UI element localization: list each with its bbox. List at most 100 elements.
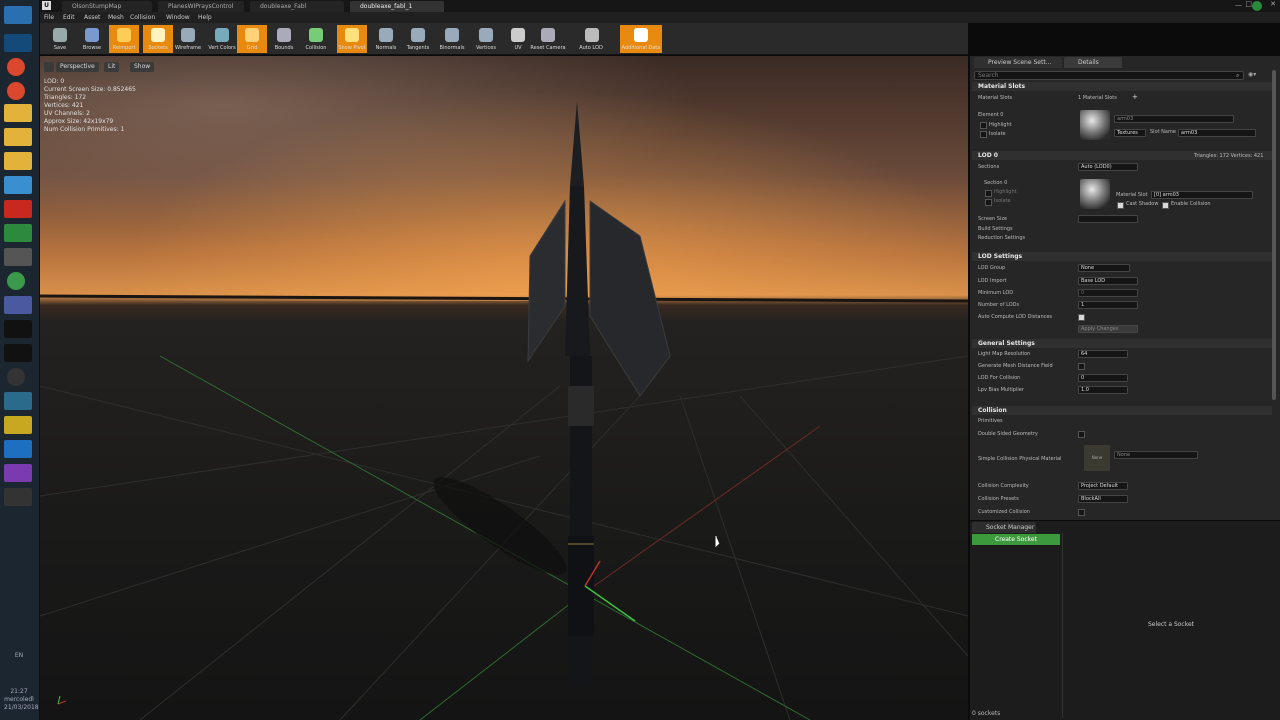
- tab-preview-scene[interactable]: Preview Scene Sett...: [974, 57, 1062, 68]
- reduction-settings-label[interactable]: Reduction Settings: [978, 235, 1025, 242]
- lpv-bias-input[interactable]: 1.0: [1078, 386, 1128, 394]
- section-highlight-checkbox[interactable]: [985, 190, 992, 197]
- toolbar-reimport-button[interactable]: Reimport: [109, 25, 139, 53]
- folder-icon[interactable]: [4, 104, 32, 122]
- highlight-checkbox[interactable]: [980, 122, 987, 129]
- toolbar-lod-button[interactable]: Auto LOD: [573, 25, 609, 53]
- filezilla-icon[interactable]: [4, 200, 32, 218]
- toolbar-pivot-button[interactable]: Show Pivot: [337, 25, 367, 53]
- tab-blueprint[interactable]: PlanesWIPraysControl: [158, 1, 244, 12]
- toolbar-data-button[interactable]: Additional Data: [620, 25, 662, 53]
- section-material-slots[interactable]: Material Slots: [972, 82, 1272, 91]
- app-icon-3[interactable]: [4, 224, 32, 242]
- tab-doubleaxe-1[interactable]: doubleaxe_fabl_1: [350, 1, 444, 12]
- minimum-lod-input[interactable]: 0: [1078, 289, 1138, 297]
- phys-mat-thumbnail[interactable]: None: [1084, 445, 1110, 471]
- toolbar-grid-button[interactable]: Grid: [237, 25, 267, 53]
- build-settings-label[interactable]: Build Settings: [978, 226, 1013, 233]
- add-slot-icon[interactable]: +: [1132, 93, 1138, 101]
- primitives-label[interactable]: Primitives: [978, 418, 1003, 425]
- create-socket-button[interactable]: Create Socket: [972, 534, 1060, 545]
- visual-studio-icon[interactable]: [4, 464, 32, 482]
- terminal-icon[interactable]: [4, 320, 32, 338]
- lightmap-resolution-input[interactable]: 64: [1078, 350, 1128, 358]
- tab-details[interactable]: Details: [1064, 57, 1122, 68]
- tab-map[interactable]: OlsonStumpMap: [62, 1, 152, 12]
- terminal-icon-2[interactable]: [4, 344, 32, 362]
- toolbar-collision-button[interactable]: Collision: [301, 25, 331, 53]
- section-lod-settings[interactable]: LOD Settings: [972, 252, 1272, 261]
- menu-edit[interactable]: Edit: [63, 12, 75, 23]
- section-material-thumbnail[interactable]: [1080, 179, 1110, 209]
- tab-socket-manager[interactable]: Socket Manager: [972, 522, 1036, 533]
- menu-asset[interactable]: Asset: [84, 12, 100, 23]
- details-scrollbar[interactable]: [1272, 70, 1276, 400]
- minimize-icon[interactable]: —: [1235, 1, 1242, 9]
- toolbar-browse-button[interactable]: Browse: [77, 25, 107, 53]
- slot-name-input[interactable]: arm03: [1178, 129, 1256, 137]
- material-slot-dropdown[interactable]: [0] arm03: [1151, 191, 1253, 199]
- app-icon[interactable]: [4, 34, 32, 52]
- toolbar-bounds-button[interactable]: Bounds: [269, 25, 299, 53]
- language-indicator[interactable]: EN: [4, 652, 34, 659]
- toolbar-wireframe-button[interactable]: Wireframe: [173, 25, 203, 53]
- presets-label[interactable]: Collision Presets: [978, 496, 1019, 503]
- app-icon-2[interactable]: [4, 176, 32, 194]
- show-button[interactable]: Show: [130, 62, 155, 72]
- toolbar-camera-button[interactable]: Reset Camera: [530, 25, 566, 53]
- phys-mat-dropdown[interactable]: None: [1114, 451, 1198, 459]
- obs-icon[interactable]: [7, 368, 25, 386]
- maximize-icon[interactable]: □: [1245, 0, 1252, 8]
- lod-import-dropdown[interactable]: Base LOD: [1078, 277, 1138, 285]
- material-picker[interactable]: arm03: [1114, 115, 1234, 123]
- section-isolate-checkbox[interactable]: [985, 199, 992, 206]
- folder-icon-3[interactable]: [4, 152, 32, 170]
- material-thumbnail[interactable]: [1080, 110, 1110, 140]
- lod-group-dropdown[interactable]: None: [1078, 264, 1130, 272]
- lod-for-collision-input[interactable]: 0: [1078, 374, 1128, 382]
- auto-compute-checkbox[interactable]: [1078, 314, 1085, 321]
- app-icon-4[interactable]: [4, 392, 32, 410]
- mesh-distance-field-checkbox[interactable]: [1078, 363, 1085, 370]
- chrome-icon-3[interactable]: [7, 272, 25, 290]
- tab-doubleaxe[interactable]: doubleaxe_Fabl: [250, 1, 344, 12]
- lod-mode-dropdown[interactable]: Auto (LOD0): [1078, 163, 1138, 171]
- textures-dropdown[interactable]: Textures: [1114, 129, 1146, 137]
- double-sided-checkbox[interactable]: [1078, 431, 1085, 438]
- viewport-menu-button[interactable]: [44, 62, 54, 72]
- perspective-button[interactable]: Perspective: [56, 62, 99, 72]
- chrome-icon-2[interactable]: [7, 82, 25, 100]
- menu-collision[interactable]: Collision: [130, 12, 155, 23]
- customized-checkbox[interactable]: [1078, 509, 1085, 516]
- menu-help[interactable]: Help: [198, 12, 212, 23]
- lit-button[interactable]: Lit: [104, 62, 120, 72]
- cast-shadow-checkbox[interactable]: [1117, 202, 1124, 209]
- search-input[interactable]: Search: [974, 71, 1244, 80]
- menu-file[interactable]: File: [44, 12, 54, 23]
- apply-changes-button[interactable]: Apply Changes: [1078, 325, 1138, 333]
- isolate-checkbox[interactable]: [980, 131, 987, 138]
- viewport[interactable]: Perspective Lit Show LOD: 0 Current Scre…: [40, 56, 968, 720]
- enable-collision-checkbox[interactable]: [1162, 202, 1169, 209]
- section-general-settings[interactable]: General Settings: [972, 339, 1272, 348]
- complexity-dropdown[interactable]: Project Default: [1078, 482, 1128, 490]
- folder-icon-2[interactable]: [4, 128, 32, 146]
- toolbar-vertices-button[interactable]: Vertices: [471, 25, 501, 53]
- app-icon-6[interactable]: [4, 440, 32, 458]
- screen-size-input[interactable]: [1078, 215, 1138, 223]
- view-options-icon[interactable]: ◉▾: [1248, 71, 1270, 80]
- app-icon-5[interactable]: [4, 416, 32, 434]
- toolbar-save-button[interactable]: Save: [45, 25, 75, 53]
- gear-icon[interactable]: [4, 248, 32, 266]
- toolbar-binormals-button[interactable]: Binormals: [437, 25, 467, 53]
- search-icon[interactable]: ⌕: [1236, 72, 1239, 80]
- toolbar-tangents-button[interactable]: Tangents: [403, 25, 433, 53]
- chrome-icon[interactable]: [7, 58, 25, 76]
- unreal-icon[interactable]: [4, 488, 32, 506]
- section-collision[interactable]: Collision: [972, 406, 1272, 415]
- menu-window[interactable]: Window: [166, 12, 190, 23]
- toolbar-normals-button[interactable]: Normals: [371, 25, 401, 53]
- number-of-lods-input[interactable]: 1: [1078, 301, 1138, 309]
- discord-icon[interactable]: [4, 296, 32, 314]
- close-icon[interactable]: ✕: [1270, 0, 1276, 8]
